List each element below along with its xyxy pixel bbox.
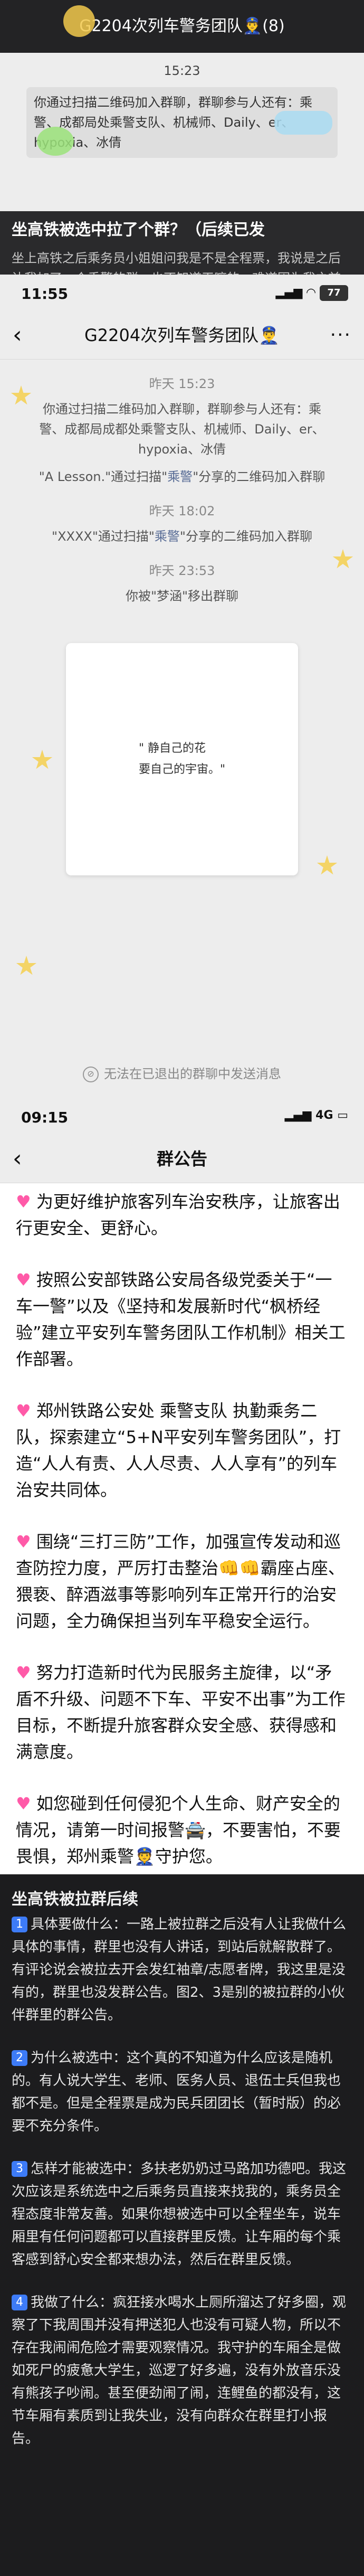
system-message: "XXXX"通过扫描"乘警"分享的二维码加入群聊: [32, 526, 332, 546]
wechat-group-screenshot: 11:55 ▂▄▆ ◠ 77 ‹ G2204次列车警务团队👮‍♂️ ··· 昨天 …: [0, 275, 364, 1098]
status-bar: 11:55 ▂▄▆ ◠ 77: [0, 275, 364, 312]
announcement-body: ♥ 为更好维护旅客列车治安秩序，让旅客出行更安全、更舒心。 ♥ 按照公安部铁路公…: [0, 1183, 364, 1870]
status-clock: 09:15: [21, 1109, 69, 1126]
status-icons: ▂▄▆ ◠ 77: [276, 285, 348, 301]
quote-line: " 静自己的花: [138, 742, 206, 755]
post-body: 坐上高铁之后乘务员小姐姐问我是不是全程票，我说是之后让我加了一个乘警的群。也不知…: [12, 251, 341, 275]
announcement-paragraph: ♥ 努力打造新时代为民服务主旋律，以“矛盾不升级、问题不下车、平安不出事”为工作…: [16, 1659, 348, 1765]
sticker-blob-icon: [37, 127, 74, 156]
status-clock: 11:55: [21, 285, 69, 303]
system-message: 你被"梦涵"移出群聊: [125, 589, 239, 603]
back-icon[interactable]: ‹: [13, 1135, 22, 1183]
paragraph-text: 为更好维护旅客列车治安秩序，让旅客出行更安全、更舒心。: [16, 1192, 340, 1238]
status-icons: ▂▄▆ 4G ▭: [284, 1109, 348, 1122]
post-title: 坐高铁被选中拉了个群？（后续已发: [12, 221, 265, 239]
system-message: "A Lesson."通过扫描"乘警"分享的二维码加入群聊: [32, 467, 332, 487]
followup-paragraph: 2 为什么被选中：这个真的不知道为什么应该是随机的。有人说大学生、老师、医务人员、…: [0, 2047, 364, 2138]
heart-icon: ♥: [16, 1192, 31, 1212]
timestamp: 昨天 15:23: [149, 376, 215, 391]
msg-text: "分享的二维码加入群聊: [179, 529, 312, 544]
timestamp: 昨天 23:53: [149, 563, 215, 578]
followup-paragraph: 4 我做了什么：疯狂接水喝水上厕所溜达了好多圈，观察了下我周围并没有押送犯人也没有…: [0, 2291, 364, 2450]
number-badge: 3: [12, 2161, 27, 2177]
more-icon[interactable]: ···: [330, 312, 351, 359]
signal-label: 4G: [315, 1109, 333, 1122]
heart-icon: ♥: [16, 1401, 31, 1421]
number-badge: 1: [12, 1917, 27, 1932]
paragraph-text: 具体要做什么：一路上被拉群之后没有人让我做什么具体的事情，群里也没有人讲话，到站…: [12, 1917, 347, 2023]
post-caption: 坐高铁被选中拉了个群？（后续已发 坐上高铁之后乘务员小姐姐问我是不是全程票，我说…: [12, 216, 352, 275]
paragraph-text: 如您碰到任何侵犯个人生命、财产安全的情况，请第一时间报警🚔，不要害怕，不要畏惧，…: [16, 1794, 341, 1866]
number-badge: 4: [12, 2295, 27, 2310]
paragraph-text: 为什么被选中：这个真的不知道为什么应该是随机的。有人说大学生、老师、医务人员、退…: [12, 2050, 341, 2134]
user-link[interactable]: 乘警: [167, 469, 193, 484]
quote-line: 要自己的宇宙。": [138, 763, 226, 776]
followup-paragraph: 3 怎样才能被选中：多扶老奶奶过马路加功德吧。我这次应该是系统选中之后乘务员直接来…: [0, 2158, 364, 2271]
user-link[interactable]: 乘警: [155, 529, 180, 544]
announcement-navbar: ‹ 群公告: [0, 1135, 364, 1183]
status-bar: 09:15 ▂▄▆ 4G ▭: [0, 1098, 364, 1135]
notice-text: 无法在已退出的群聊中发送消息: [104, 1067, 281, 1081]
number-badge: 2: [12, 2050, 27, 2066]
msg-text: "XXXX"通过扫描": [52, 529, 155, 544]
msg-text: "分享的二维码加入群聊: [193, 469, 325, 484]
preview-header-title: G2204次列车警务团队👮‍♂️(8): [0, 0, 364, 53]
star-sticker-icon: [16, 956, 37, 975]
paragraph-text: 围绕“三打三防”工作，加强宣传发动和巡查防控力度，严厉打击整治👊👊霸座占座、猥亵…: [16, 1532, 345, 1631]
announcement-paragraph: ♥ 围绕“三打三防”工作，加强宣传发动和巡查防控力度，严厉打击整治👊👊霸座占座、…: [16, 1528, 348, 1634]
sticker-text-icon: [274, 111, 332, 135]
heart-icon: ♥: [16, 1794, 31, 1814]
sticker-flower-icon: [63, 5, 95, 37]
page-title: 群公告: [156, 1149, 207, 1169]
chat-navbar: ‹ G2204次列车警务团队👮‍♂️ ···: [0, 312, 364, 360]
announcement-paragraph: ♥ 郑州铁路公安处 乘警支队 执勤乘务二队，探索建立“5+N平安列车警务团队”，…: [16, 1398, 348, 1503]
followup-title: 坐高铁被拉群后续: [12, 1890, 138, 1909]
battery-icon: 77: [320, 285, 348, 301]
timestamp: 昨天 18:02: [149, 504, 215, 518]
heart-icon: ♥: [16, 1663, 31, 1683]
announcement-paragraph: ♥ 为更好维护旅客列车治安秩序，让旅客出行更安全、更舒心。: [16, 1188, 348, 1241]
paragraph-text: 郑州铁路公安处 乘警支队 执勤乘务二队，探索建立“5+N平安列车警务团队”，打造…: [16, 1401, 341, 1500]
msg-text: "A Lesson."通过扫描": [39, 469, 168, 484]
exited-group-notice: ⊘ 无法在已退出的群聊中发送消息: [0, 1063, 364, 1082]
paragraph-text: 怎样才能被选中：多扶老奶奶过马路加功德吧。我这次应该是系统选中之后乘务员直接来找…: [12, 2161, 347, 2268]
quote-card: " 静自己的花 要自己的宇宙。": [66, 643, 298, 875]
heart-icon: ♥: [16, 1270, 31, 1290]
preview-timestamp: 15:23: [164, 63, 200, 78]
announcement-paragraph: ♥ 如您碰到任何侵犯个人生命、财产安全的情况，请第一时间报警🚔，不要害怕，不要畏…: [16, 1790, 348, 1870]
back-icon[interactable]: ‹: [13, 312, 22, 359]
paragraph-text: 我做了什么：疯狂接水喝水上厕所溜达了好多圈，观察了下我周围并没有押送犯人也没有可…: [12, 2295, 347, 2447]
paragraph-text: 按照公安部铁路公安局各级党委关于“一车一警”以及《坚持和发展新时代“枫桥经验”建…: [16, 1270, 346, 1369]
prohibited-icon: ⊘: [83, 1067, 99, 1082]
heart-icon: ♥: [16, 1532, 31, 1552]
system-message: 你通过扫描二维码加入群聊，群聊参与人还有：乘警、成都局成都处乘警支队、机械师、D…: [39, 402, 325, 457]
announcement-paragraph: ♥ 按照公安部铁路公安局各级党委关于“一车一警”以及《坚持和发展新时代“枫桥经验…: [16, 1267, 348, 1372]
chat-title: G2204次列车警务团队👮‍♂️: [84, 325, 280, 345]
followup-paragraph: 1 具体要做什么：一路上被拉群之后没有人让我做什么具体的事情，群里也没有人讲话，到…: [0, 1913, 364, 2027]
top-chat-preview: G2204次列车警务团队👮‍♂️(8) 15:23 你通过扫描二维码加入群聊，群…: [0, 0, 364, 275]
group-announcement-screenshot: 09:15 ▂▄▆ 4G ▭ ‹ 群公告 ♥ 为更好维护旅客列车治安秩序，让旅客…: [0, 1098, 364, 1874]
paragraph-text: 努力打造新时代为民服务主旋律，以“矛盾不升级、问题不下车、平安不出事”为工作目标…: [16, 1663, 346, 1762]
chat-area: 昨天 15:23 你通过扫描二维码加入群聊，群聊参与人还有：乘警、成都局成都处乘…: [0, 373, 364, 875]
followup-post: 坐高铁被拉群后续 1 具体要做什么：一路上被拉群之后没有人让我做什么具体的事情，群…: [0, 1874, 364, 2576]
